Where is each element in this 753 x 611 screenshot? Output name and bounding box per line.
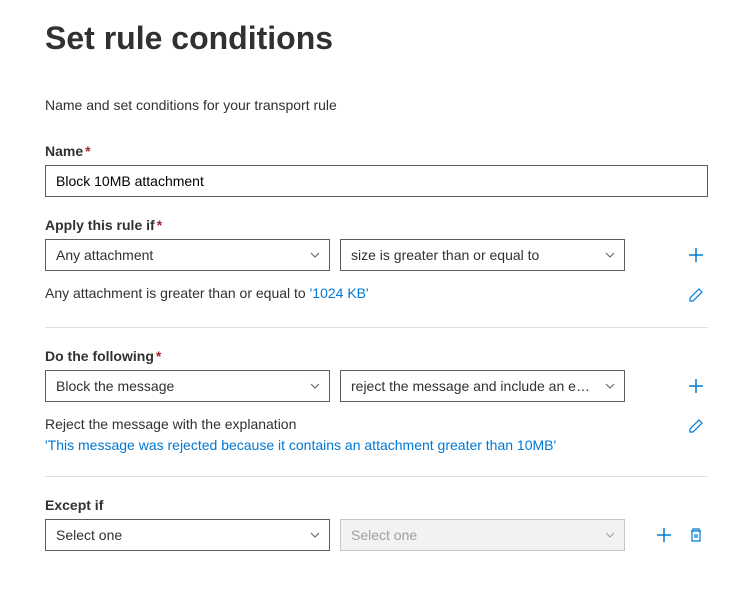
do-following-value: 'This message was rejected because it co… — [45, 435, 674, 456]
except-if-section: Except if Select one Select one — [45, 497, 708, 551]
required-asterisk: * — [157, 217, 162, 233]
chevron-down-icon — [604, 529, 616, 541]
apply-if-value: '1024 KB' — [310, 285, 369, 301]
plus-icon — [656, 527, 672, 543]
add-action-button[interactable] — [684, 374, 708, 398]
chevron-down-icon — [604, 249, 616, 261]
do-following-select-2[interactable]: reject the message and include an exp... — [340, 370, 625, 402]
pencil-icon — [688, 418, 704, 434]
edit-action-button[interactable] — [684, 414, 708, 438]
do-following-summary: Reject the message with the explanation … — [45, 414, 674, 456]
apply-if-section: Apply this rule if* Any attachment size … — [45, 217, 708, 328]
chevron-down-icon — [309, 529, 321, 541]
do-following-section: Do the following* Block the message reje… — [45, 348, 708, 477]
except-if-select-2: Select one — [340, 519, 625, 551]
do-following-select-1[interactable]: Block the message — [45, 370, 330, 402]
page-subtitle: Name and set conditions for your transpo… — [45, 97, 708, 113]
except-if-select-1[interactable]: Select one — [45, 519, 330, 551]
add-condition-button[interactable] — [684, 243, 708, 267]
name-label: Name* — [45, 143, 708, 159]
pencil-icon — [688, 287, 704, 303]
plus-icon — [688, 378, 704, 394]
apply-if-select-1[interactable]: Any attachment — [45, 239, 330, 271]
apply-if-label: Apply this rule if* — [45, 217, 708, 233]
trash-icon — [688, 527, 704, 543]
do-following-label: Do the following* — [45, 348, 708, 364]
add-exception-button[interactable] — [652, 523, 676, 547]
plus-icon — [688, 247, 704, 263]
required-asterisk: * — [156, 348, 161, 364]
apply-if-summary: Any attachment is greater than or equal … — [45, 283, 674, 304]
chevron-down-icon — [309, 249, 321, 261]
edit-condition-button[interactable] — [684, 283, 708, 307]
except-if-label: Except if — [45, 497, 708, 513]
required-asterisk: * — [85, 143, 90, 159]
chevron-down-icon — [604, 380, 616, 392]
chevron-down-icon — [309, 380, 321, 392]
name-section: Name* — [45, 143, 708, 197]
apply-if-select-2[interactable]: size is greater than or equal to — [340, 239, 625, 271]
delete-exception-button[interactable] — [684, 523, 708, 547]
name-input[interactable] — [45, 165, 708, 197]
page-title: Set rule conditions — [45, 20, 708, 57]
